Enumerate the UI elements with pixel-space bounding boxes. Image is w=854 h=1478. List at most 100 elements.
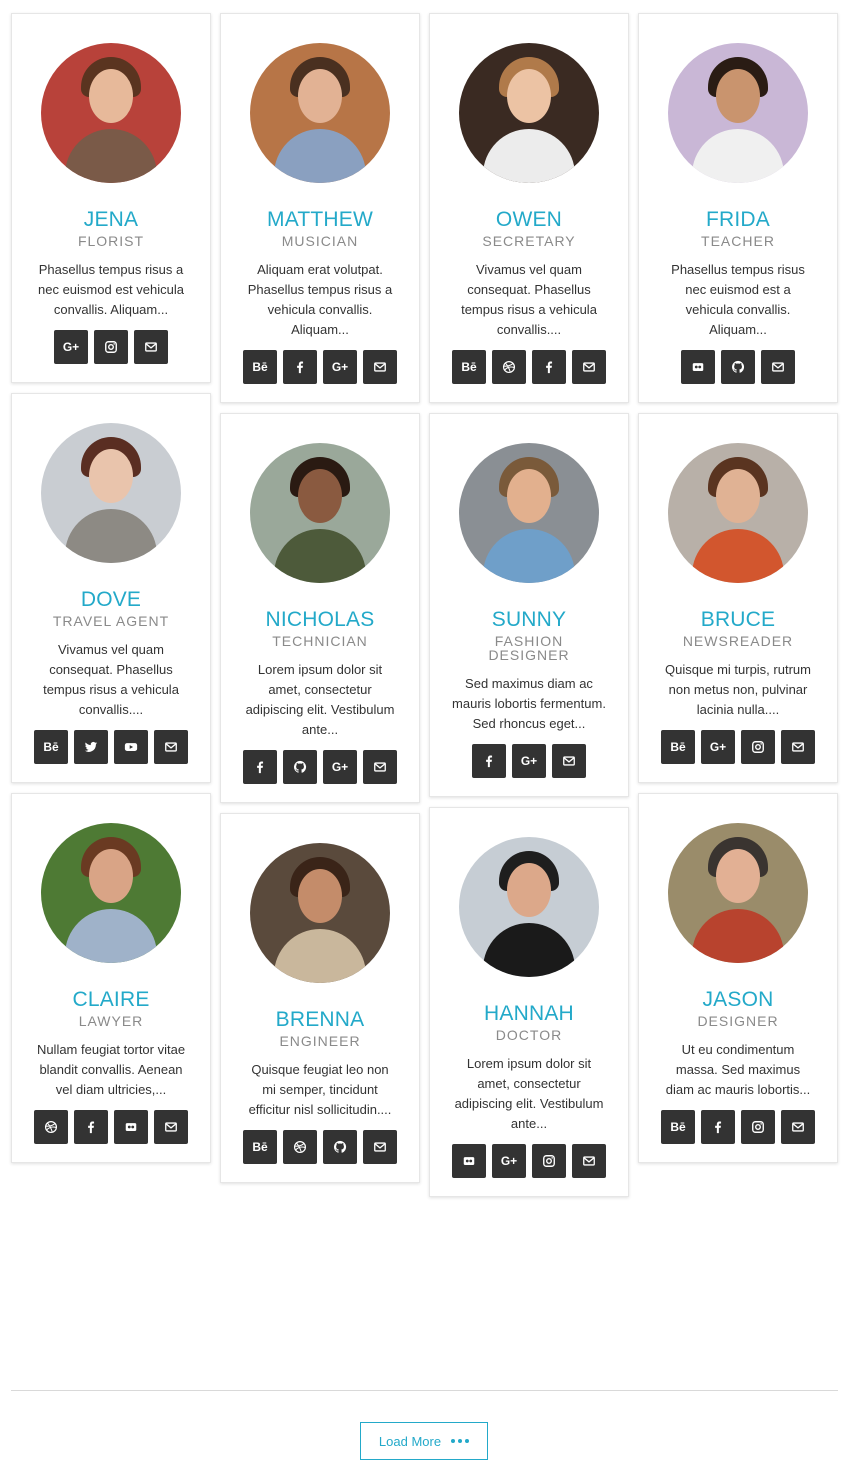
member-name[interactable]: CLAIRE [28,988,194,1012]
team-card: BRUCE NEWSREADER Quisque mi turpis, rutrum… [638,413,838,783]
github-icon[interactable] [323,1130,357,1164]
email-icon[interactable] [761,350,795,384]
email-icon[interactable] [154,730,188,764]
google-plus-icon[interactable]: G+ [512,744,546,778]
member-role: FLORIST [77,233,145,249]
team-column: MATTHEW MUSICIAN Aliquam erat volutpat. Ph… [220,13,420,1193]
avatar [250,843,390,983]
facebook-icon[interactable] [283,350,317,384]
member-name[interactable]: BRUCE [655,608,821,632]
avatar [459,837,599,977]
email-icon[interactable] [154,1110,188,1144]
member-role: DOCTOR [495,1027,563,1043]
flickr-icon[interactable] [114,1110,148,1144]
member-role: TECHNICIAN [272,633,368,649]
flickr-icon[interactable] [681,350,715,384]
member-description: Phasellus tempus risus a nec euismod est… [38,262,184,317]
member-role: ENGINEER [279,1033,361,1049]
facebook-icon[interactable] [701,1110,735,1144]
member-name[interactable]: SUNNY [446,608,612,632]
behance-icon[interactable]: Bē [452,350,486,384]
email-icon[interactable] [363,750,397,784]
social-links: G+ [446,1134,612,1196]
member-description: Phasellus tempus risus nec euismod est a… [671,262,805,337]
member-role: TRAVEL AGENT [52,613,170,629]
social-links: G+ [237,740,403,802]
flickr-icon[interactable] [452,1144,486,1178]
email-icon[interactable] [572,1144,606,1178]
dribbble-icon[interactable] [34,1110,68,1144]
dribbble-icon[interactable] [492,350,526,384]
social-links: Bē [28,720,194,782]
member-name[interactable]: DOVE [28,588,194,612]
youtube-icon[interactable] [114,730,148,764]
instagram-icon[interactable] [741,1110,775,1144]
email-icon[interactable] [781,1110,815,1144]
github-icon[interactable] [721,350,755,384]
email-icon[interactable] [781,730,815,764]
google-plus-icon[interactable]: G+ [701,730,735,764]
avatar [41,823,181,963]
dribbble-icon[interactable] [283,1130,317,1164]
team-card: JASON DESIGNER Ut eu condimentum massa. Se… [638,793,838,1163]
email-icon[interactable] [363,350,397,384]
instagram-icon[interactable] [94,330,128,364]
twitter-icon[interactable] [74,730,108,764]
facebook-icon[interactable] [243,750,277,784]
member-description: Nullam feugiat tortor vitae blandit conv… [36,1042,186,1097]
google-plus-icon[interactable]: G+ [492,1144,526,1178]
team-column: FRIDA TEACHER Phasellus tempus risus nec e… [638,13,838,1173]
member-name[interactable]: NICHOLAS [237,608,403,632]
team-card: OWEN SECRETARY Vivamus vel quam consequat.… [429,13,629,403]
social-links: G+ [446,734,612,796]
google-plus-icon[interactable]: G+ [54,330,88,364]
member-name[interactable]: OWEN [446,208,612,232]
instagram-icon[interactable] [532,1144,566,1178]
team-card: MATTHEW MUSICIAN Aliquam erat volutpat. Ph… [220,13,420,403]
member-description: Aliquam erat volutpat. Phasellus tempus … [247,262,393,337]
email-icon[interactable] [134,330,168,364]
facebook-icon[interactable] [472,744,506,778]
email-icon[interactable] [363,1130,397,1164]
member-name[interactable]: FRIDA [655,208,821,232]
behance-icon[interactable]: Bē [34,730,68,764]
load-more-button[interactable]: Load More [360,1422,488,1460]
instagram-icon[interactable] [741,730,775,764]
team-card: DOVE TRAVEL AGENT Vivamus vel quam consequ… [11,393,211,783]
social-links: Bē G+ [655,720,821,782]
member-description: Lorem ipsum dolor sit amet, consectetur … [245,662,395,737]
member-name[interactable]: MATTHEW [237,208,403,232]
team-column: OWEN SECRETARY Vivamus vel quam consequat.… [429,13,629,1207]
email-icon[interactable] [552,744,586,778]
team-card: BRENNA ENGINEER Quisque feugiat leo non mi… [220,813,420,1183]
google-plus-icon[interactable]: G+ [323,350,357,384]
behance-icon[interactable]: Bē [661,1110,695,1144]
avatar [459,443,599,583]
avatar [459,43,599,183]
avatar [668,43,808,183]
google-plus-icon[interactable]: G+ [323,750,357,784]
facebook-icon[interactable] [532,350,566,384]
avatar [41,423,181,563]
member-name[interactable]: JENA [28,208,194,232]
avatar [41,43,181,183]
team-column: JENA FLORIST Phasellus tempus risus a nec … [11,13,211,1173]
behance-icon[interactable]: Bē [661,730,695,764]
member-description: Sed maximus diam ac mauris lobortis ferm… [452,676,606,731]
email-icon[interactable] [572,350,606,384]
behance-icon[interactable]: Bē [243,1130,277,1164]
member-name[interactable]: HANNAH [446,1002,612,1026]
member-description: Vivamus vel quam consequat. Phasellus te… [461,262,597,337]
section-divider [11,1390,838,1391]
facebook-icon[interactable] [74,1110,108,1144]
member-name[interactable]: BRENNA [237,1008,403,1032]
team-card: FRIDA TEACHER Phasellus tempus risus nec e… [638,13,838,403]
behance-icon[interactable]: Bē [243,350,277,384]
github-icon[interactable] [283,750,317,784]
member-name[interactable]: JASON [655,988,821,1012]
avatar [250,443,390,583]
member-description: Ut eu condimentum massa. Sed maximus dia… [665,1042,811,1097]
member-description: Vivamus vel quam consequat. Phasellus te… [43,642,179,717]
team-card: JENA FLORIST Phasellus tempus risus a nec … [11,13,211,383]
team-card: SUNNY FASHION DESIGNER Sed maximus diam ac… [429,413,629,797]
